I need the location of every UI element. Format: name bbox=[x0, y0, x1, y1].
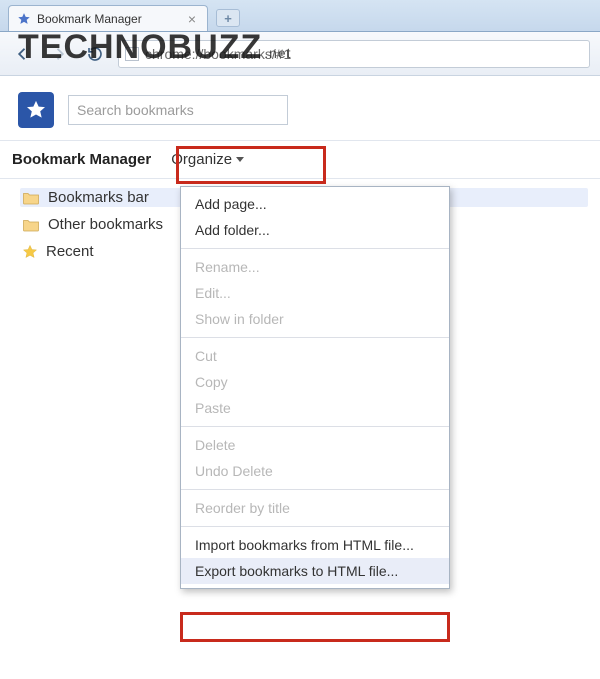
menu-separator bbox=[181, 489, 449, 490]
menu-add-folder[interactable]: Add folder... bbox=[181, 217, 449, 243]
organize-button[interactable]: Organize bbox=[165, 149, 250, 170]
folder-icon bbox=[22, 191, 40, 205]
search-placeholder: Search bookmarks bbox=[77, 102, 194, 118]
menu-undo-delete: Undo Delete bbox=[181, 458, 449, 484]
star-icon bbox=[22, 244, 38, 260]
menu-reorder-by-title: Reorder by title bbox=[181, 495, 449, 521]
search-input[interactable]: Search bookmarks bbox=[68, 95, 288, 125]
bookmark-star-badge bbox=[18, 92, 54, 128]
organize-label: Organize bbox=[171, 151, 232, 168]
close-icon[interactable]: × bbox=[185, 12, 199, 26]
menu-separator bbox=[181, 426, 449, 427]
menu-delete: Delete bbox=[181, 432, 449, 458]
manager-header: Bookmark Manager Organize bbox=[0, 140, 600, 179]
menu-separator bbox=[181, 248, 449, 249]
new-tab-button[interactable]: + bbox=[216, 9, 240, 27]
folder-icon bbox=[22, 218, 40, 232]
menu-show-in-folder: Show in folder bbox=[181, 306, 449, 332]
address-bar[interactable]: chrome://bookmarks/#1 bbox=[118, 40, 590, 68]
organize-menu: Add page... Add folder... Rename... Edit… bbox=[180, 186, 450, 589]
navigation-bar: chrome://bookmarks/#1 bbox=[0, 32, 600, 76]
search-row: Search bookmarks bbox=[0, 76, 600, 140]
sidebar-item-label: Recent bbox=[46, 243, 94, 260]
sidebar-item-label: Other bookmarks bbox=[48, 216, 163, 233]
tab-title: Bookmark Manager bbox=[37, 12, 179, 26]
page-icon bbox=[125, 47, 139, 61]
menu-separator bbox=[181, 337, 449, 338]
chevron-down-icon bbox=[236, 157, 244, 162]
sidebar-item-label: Bookmarks bar bbox=[48, 189, 149, 206]
menu-add-page[interactable]: Add page... bbox=[181, 191, 449, 217]
menu-separator bbox=[181, 526, 449, 527]
page-title: Bookmark Manager bbox=[12, 151, 151, 168]
menu-copy: Copy bbox=[181, 369, 449, 395]
menu-rename: Rename... bbox=[181, 254, 449, 280]
back-button[interactable] bbox=[10, 41, 36, 67]
tab-strip: Bookmark Manager × + bbox=[0, 0, 600, 32]
menu-cut: Cut bbox=[181, 343, 449, 369]
menu-export-html[interactable]: Export bookmarks to HTML file... bbox=[181, 558, 449, 584]
browser-tab[interactable]: Bookmark Manager × bbox=[8, 5, 208, 31]
url-text: chrome://bookmarks/#1 bbox=[145, 46, 291, 62]
forward-button[interactable] bbox=[46, 41, 72, 67]
menu-import-html[interactable]: Import bookmarks from HTML file... bbox=[181, 532, 449, 558]
annotation-highlight bbox=[180, 612, 450, 642]
menu-paste: Paste bbox=[181, 395, 449, 421]
star-icon bbox=[17, 12, 31, 26]
reload-button[interactable] bbox=[82, 41, 108, 67]
menu-edit: Edit... bbox=[181, 280, 449, 306]
